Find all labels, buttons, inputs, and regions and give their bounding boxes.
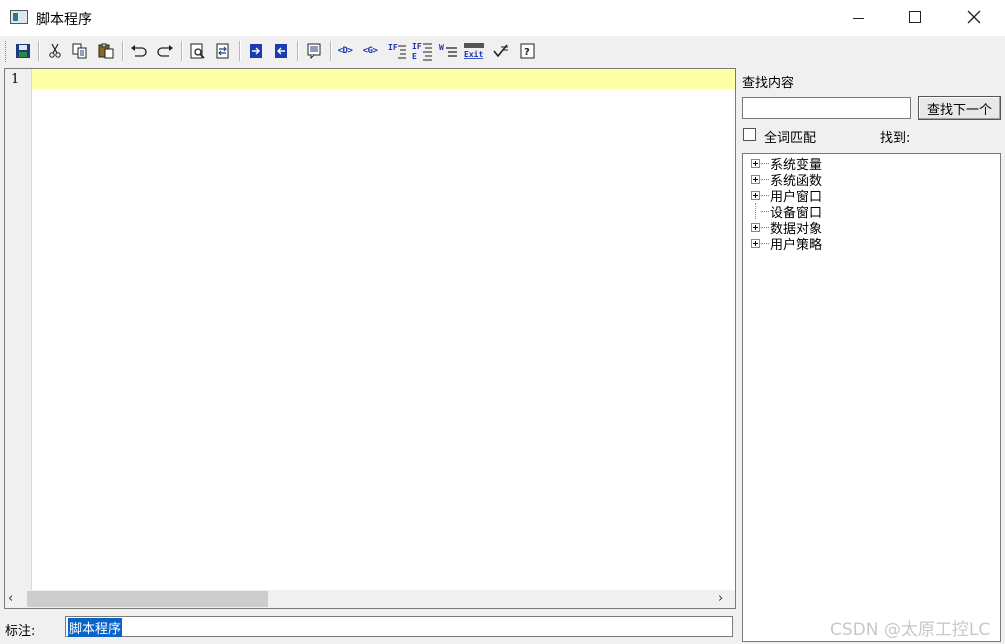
undo-icon — [131, 45, 147, 57]
exit-icon: Exit — [464, 43, 484, 59]
search-label: 查找内容 — [742, 76, 795, 91]
indent-icon — [250, 44, 262, 58]
replace-button[interactable] — [212, 40, 234, 62]
insert-global-button[interactable]: <G> — [359, 40, 381, 62]
comment-icon — [307, 43, 321, 59]
save-button[interactable] — [12, 40, 34, 62]
maximize-button[interactable] — [892, 0, 938, 34]
save-icon — [16, 44, 30, 58]
expand-icon[interactable] — [751, 174, 760, 184]
outdent-button[interactable] — [270, 40, 292, 62]
insert-data-button[interactable]: <D> — [334, 40, 356, 62]
copy-button[interactable] — [69, 40, 91, 62]
insert-data-icon: <D> — [337, 45, 353, 56]
search-input[interactable] — [742, 97, 911, 119]
toolbar-separator — [330, 41, 332, 61]
find-button[interactable] — [187, 40, 209, 62]
object-tree[interactable]: 系统变量 系统函数 用户窗口 设备窗口 数据对象 用户策略 — [742, 153, 1001, 642]
expand-icon[interactable] — [751, 238, 760, 248]
app-icon — [10, 10, 28, 24]
paste-button[interactable] — [95, 40, 117, 62]
svg-text:?: ? — [524, 47, 530, 58]
svg-text:IF: IF — [412, 42, 422, 51]
redo-icon — [157, 45, 173, 57]
svg-text:Exit: Exit — [464, 49, 483, 59]
tree-item[interactable]: 用户策略 — [751, 235, 823, 253]
tree-line-icon — [751, 203, 760, 219]
indent-button[interactable] — [245, 40, 267, 62]
paste-icon — [98, 43, 114, 59]
svg-text:E: E — [412, 52, 417, 61]
check-button[interactable] — [490, 40, 512, 62]
svg-text:IF: IF — [388, 43, 398, 52]
while-button[interactable]: W — [437, 40, 459, 62]
maximize-icon — [909, 11, 921, 23]
toolbar: <D> <G> IF IF E W Exit ? — [0, 37, 1005, 66]
find-next-button[interactable]: 查找下一个 — [918, 96, 1001, 120]
comment-button[interactable] — [303, 40, 325, 62]
scrollbar-thumb[interactable] — [27, 591, 268, 607]
help-button[interactable]: ? — [517, 40, 539, 62]
toolbar-separator — [239, 41, 241, 61]
replace-icon — [216, 43, 229, 59]
copy-icon — [72, 43, 87, 59]
scroll-left-icon[interactable]: ‹ — [8, 591, 13, 606]
line-number-gutter: 1 — [5, 69, 32, 591]
svg-text:W: W — [439, 43, 444, 52]
if-else-icon: IFE — [412, 42, 432, 61]
cut-button[interactable] — [44, 40, 66, 62]
whole-word-label: 全词匹配 — [764, 131, 817, 146]
line-number: 1 — [11, 72, 20, 87]
if-then-icon: IF — [388, 43, 406, 59]
help-icon: ? — [520, 43, 535, 59]
horizontal-scrollbar[interactable]: ‹ › — [5, 590, 735, 608]
expand-icon[interactable] — [751, 190, 760, 200]
insert-global-icon: <G> — [362, 45, 378, 56]
toolbar-separator — [181, 41, 183, 61]
toolbar-separator — [297, 41, 299, 61]
note-input[interactable]: 脚本程序 — [65, 616, 733, 637]
redo-button[interactable] — [154, 40, 176, 62]
check-icon — [493, 44, 508, 58]
toolbar-separator — [38, 41, 40, 61]
cut-icon — [49, 43, 61, 58]
scroll-right-icon[interactable]: › — [718, 591, 723, 606]
title-bar: 脚本程序 — [0, 0, 1005, 36]
toolbar-separator — [122, 41, 124, 61]
outdent-icon — [275, 44, 287, 58]
expand-icon[interactable] — [751, 158, 760, 168]
expand-icon[interactable] — [751, 222, 760, 232]
undo-button[interactable] — [128, 40, 150, 62]
minimize-button[interactable] — [835, 0, 881, 34]
note-input-value: 脚本程序 — [68, 618, 123, 637]
if-then-button[interactable]: IF — [386, 40, 408, 62]
exit-button[interactable]: Exit — [463, 40, 485, 62]
found-label: 找到: — [880, 131, 911, 146]
if-else-button[interactable]: IF E — [411, 40, 433, 62]
tree-item-label: 用户策略 — [770, 237, 823, 253]
close-button[interactable] — [951, 0, 997, 34]
whole-word-checkbox[interactable] — [743, 128, 756, 141]
script-editor[interactable]: 1 ‹ › — [4, 68, 736, 609]
while-icon: W — [439, 43, 457, 57]
minimize-icon — [852, 17, 864, 19]
current-line-highlight[interactable] — [32, 70, 735, 89]
toolbar-grip[interactable] — [5, 41, 8, 62]
find-icon — [190, 43, 205, 59]
watermark: CSDN @太原工控LC — [830, 620, 991, 640]
note-label: 标注: — [5, 624, 36, 639]
window-title: 脚本程序 — [36, 12, 92, 28]
close-icon — [967, 10, 981, 24]
